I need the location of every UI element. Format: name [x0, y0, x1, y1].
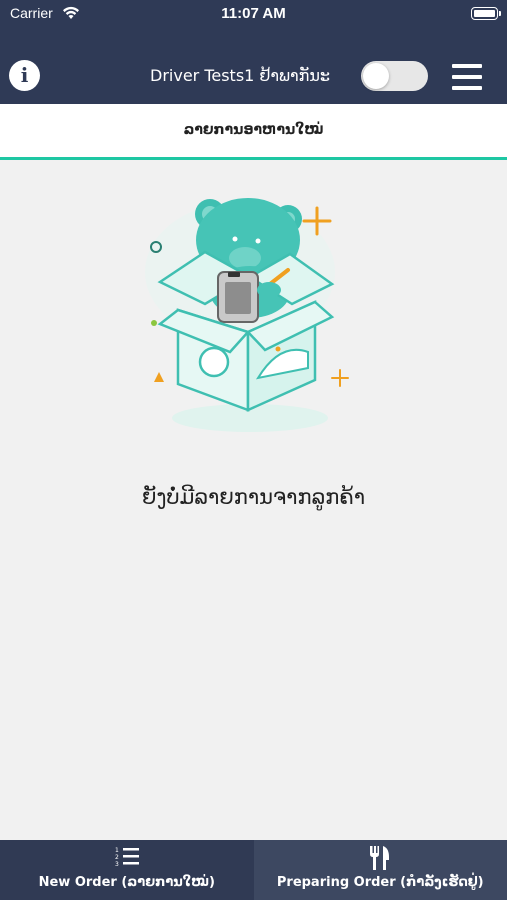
tab-preparing-order-label: Preparing Order (ກຳລັງເຮັດຢູ່) — [276, 875, 484, 890]
numbered-list-icon: 1 2 3 — [115, 847, 139, 868]
svg-text:2: 2 — [115, 854, 119, 861]
status-bar: Carrier 11:07 AM — [0, 0, 507, 28]
svg-text:3: 3 — [115, 861, 119, 868]
toggle-knob — [363, 63, 389, 89]
availability-toggle[interactable] — [361, 61, 428, 91]
empty-state-message: ຍັງບໍ່ມີລາຍການຈາກລູກຄ້າ — [141, 485, 366, 509]
fork-knife-icon — [370, 846, 390, 870]
app-header: Carrier 11:07 AM i Driver Tests1 ຢ້າພາກັ… — [0, 0, 507, 104]
empty-box-bear-illustration — [145, 198, 349, 432]
driver-name: Driver Tests1 ຢ້າພາກັນະ — [150, 66, 331, 85]
tab-header: ລາຍການອາຫານໃໝ່ — [0, 104, 507, 160]
menu-icon[interactable] — [452, 64, 482, 90]
battery-icon — [471, 7, 501, 20]
bottom-tab-bar: 1 2 3 New Order (ລາຍການໃໝ່) Preparing Or… — [0, 840, 507, 900]
status-time: 11:07 AM — [221, 5, 286, 22]
tab-preparing-order[interactable]: Preparing Order (ກຳລັງເຮັດຢູ່) — [253, 840, 507, 900]
tab-new-order[interactable]: 1 2 3 New Order (ລາຍການໃໝ່) — [0, 840, 254, 900]
tab-new-order-label: New Order (ລາຍການໃໝ່) — [38, 875, 215, 890]
info-button[interactable]: i — [9, 60, 40, 91]
tab-title: ລາຍການອາຫານໃໝ່ — [183, 122, 324, 138]
svg-text:1: 1 — [115, 847, 119, 854]
